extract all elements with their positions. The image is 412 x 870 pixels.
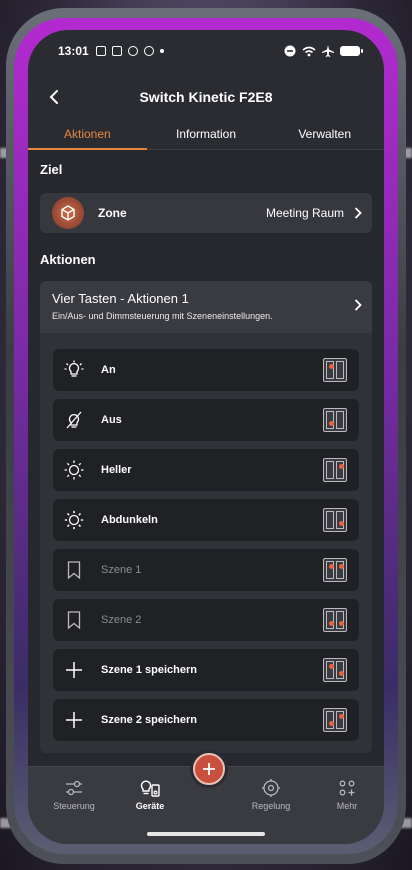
action-row-szene-2-speichern[interactable]: Szene 2 speichern — [53, 699, 359, 741]
plus-icon — [63, 659, 85, 681]
bulb-on-icon — [63, 359, 85, 381]
action-label: Szene 2 — [101, 614, 142, 626]
bulb-off-icon — [63, 409, 85, 431]
wifi-icon — [302, 46, 316, 56]
tab-information[interactable]: Information — [147, 122, 266, 149]
nav-item-regelung[interactable]: Regelung — [236, 777, 306, 811]
action-label: Szene 1 speichern — [101, 664, 197, 676]
plus-icon — [63, 709, 85, 731]
nav-item-mehr[interactable]: Mehr — [312, 777, 382, 811]
zone-cube-icon — [52, 197, 84, 229]
action-row-szene-1-speichern[interactable]: Szene 1 speichern — [53, 649, 359, 691]
status-time: 13:01 — [58, 44, 89, 58]
action-label: Szene 1 — [101, 564, 142, 576]
app-notification-icon — [111, 46, 122, 56]
more-icon — [312, 777, 382, 799]
chevron-right-icon — [354, 207, 362, 219]
action-row-aus[interactable]: Aus — [53, 399, 359, 441]
tab-bar: Aktionen Information Verwalten — [28, 122, 384, 150]
action-row-szene-1[interactable]: Szene 1 — [53, 549, 359, 591]
devices-icon — [115, 777, 185, 799]
bottom-navigation: Steuerung Geräte Regelung Mehr — [28, 753, 384, 844]
tab-aktionen[interactable]: Aktionen — [28, 122, 147, 150]
rocker-indicator-icon — [323, 558, 347, 582]
rocker-indicator-icon — [323, 458, 347, 482]
action-row-heller[interactable]: Heller — [53, 449, 359, 491]
add-button[interactable] — [193, 753, 225, 785]
nav-label: Steuerung — [53, 801, 95, 811]
content-area: Ziel Zone Meeting Raum Aktionen Vier Tas… — [28, 150, 384, 766]
zone-label: Zone — [98, 206, 127, 220]
airplane-mode-icon — [322, 45, 334, 57]
action-row-an[interactable]: An — [53, 349, 359, 391]
chevron-left-icon — [49, 90, 58, 104]
action-label: Szene 2 speichern — [101, 714, 197, 726]
rocker-indicator-icon — [323, 658, 347, 682]
do-not-disturb-icon — [284, 45, 296, 57]
rocker-indicator-icon — [323, 508, 347, 532]
sun-dim-icon — [63, 509, 85, 531]
back-button[interactable] — [40, 82, 68, 112]
actions-card: Vier Tasten - Aktionen 1 Ein/Aus- und Di… — [40, 281, 372, 753]
action-row-abdunkeln[interactable]: Abdunkeln — [53, 499, 359, 541]
chevron-right-icon — [354, 299, 362, 311]
record-icon — [127, 46, 138, 56]
zone-selector[interactable]: Zone Meeting Raum — [40, 193, 372, 233]
nav-label: Mehr — [336, 801, 358, 811]
battery-icon — [340, 46, 363, 56]
sun-bright-icon — [63, 459, 85, 481]
nav-label: Regelung — [251, 801, 291, 811]
preset-title: Vier Tasten - Aktionen 1 — [52, 291, 189, 306]
more-notifications-icon — [159, 49, 164, 53]
status-bar: 13:01 — [28, 30, 384, 72]
notification-icon — [95, 46, 106, 56]
tab-verwalten[interactable]: Verwalten — [265, 122, 384, 149]
action-row-szene-2[interactable]: Szene 2 — [53, 599, 359, 641]
action-label: Abdunkeln — [101, 514, 158, 526]
section-title-actions: Aktionen — [40, 252, 96, 267]
rocker-indicator-icon — [323, 408, 347, 432]
rocker-indicator-icon — [323, 708, 347, 732]
rocker-indicator-icon — [323, 608, 347, 632]
nav-label: Geräte — [135, 801, 165, 811]
app-screen: 13:01 Switch Kinetic F2E8 Aktionen Infor… — [28, 30, 384, 844]
bookmark-icon — [63, 609, 85, 631]
sliders-icon — [39, 777, 109, 799]
navigation-header: Switch Kinetic F2E8 — [28, 82, 384, 112]
home-indicator — [147, 832, 265, 836]
bookmark-icon — [63, 559, 85, 581]
preset-subtitle: Ein/Aus- und Dimmsteuerung mit Szenenein… — [52, 311, 273, 321]
plus-icon — [203, 763, 215, 775]
regulation-icon — [236, 777, 306, 799]
section-title-target: Ziel — [40, 162, 63, 177]
fan-icon — [143, 46, 154, 56]
rocker-indicator-icon — [323, 358, 347, 382]
action-preset-selector[interactable]: Vier Tasten - Aktionen 1 Ein/Aus- und Di… — [40, 281, 372, 333]
action-label: An — [101, 364, 116, 376]
page-title: Switch Kinetic F2E8 — [139, 89, 273, 105]
action-label: Aus — [101, 414, 122, 426]
nav-item-steuerung[interactable]: Steuerung — [39, 777, 109, 811]
nav-item-geraete[interactable]: Geräte — [115, 777, 185, 811]
zone-value: Meeting Raum — [265, 206, 344, 220]
action-label: Heller — [101, 464, 132, 476]
